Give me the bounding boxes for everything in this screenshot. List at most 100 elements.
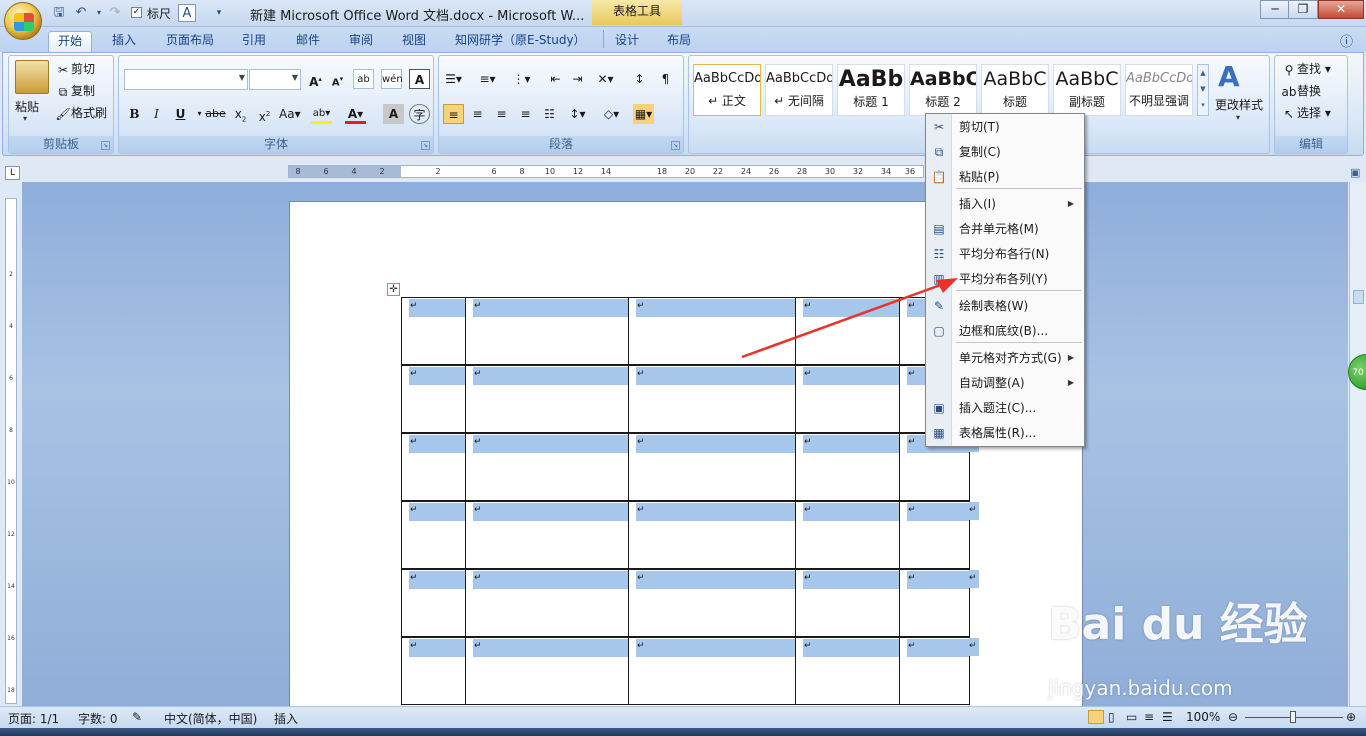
page-count[interactable]: 页面: 1/1 xyxy=(8,710,59,727)
zoom-out-icon[interactable]: ⊖ xyxy=(1228,710,1238,724)
word-count[interactable]: 字数: 0 xyxy=(78,710,118,727)
copy-button[interactable]: ⧉ 复制 xyxy=(55,82,95,100)
table-cell[interactable]: ↵ xyxy=(401,433,466,501)
table-cell[interactable]: ↵ xyxy=(465,365,629,433)
context-menu-item[interactable]: ▤ 合并单元格(M) xyxy=(928,217,1082,241)
web-layout-icon[interactable]: ▭ xyxy=(1126,710,1137,724)
table-cell[interactable]: ↵ xyxy=(465,433,629,501)
table-cell[interactable]: ↵ xyxy=(401,365,466,433)
show-marks-icon[interactable]: ¶ xyxy=(655,69,676,89)
paste-button[interactable]: 粘贴 xyxy=(15,98,39,115)
table-cell[interactable]: ↵ xyxy=(899,637,970,705)
full-screen-reading-icon[interactable]: ▯ xyxy=(1108,710,1115,724)
table-row[interactable]: ↵ ↵ ↵ ↵ ↵ xyxy=(401,365,970,433)
customize-qat-icon[interactable]: ▾ xyxy=(210,4,228,22)
table-cell[interactable]: ↵ xyxy=(401,501,466,569)
table-cell[interactable]: ↵ xyxy=(795,637,900,705)
clipboard-launcher-icon[interactable]: ↘ xyxy=(101,141,110,150)
font-name-combo[interactable]: ▼ xyxy=(124,69,248,90)
context-menu-item[interactable]: ✎ 绘制表格(W) xyxy=(928,294,1082,318)
change-case-icon[interactable]: Aa▾ xyxy=(279,104,301,124)
style-heading-2[interactable]: AaBbC 标题 2 xyxy=(909,64,977,116)
tab-references[interactable]: 引用 xyxy=(233,31,275,52)
paragraph-launcher-icon[interactable]: ↘ xyxy=(671,141,680,150)
table-cell[interactable]: ↵ xyxy=(401,297,466,365)
tab-insert[interactable]: 插入 xyxy=(103,31,145,52)
multilevel-list-icon[interactable]: ⋮▾ xyxy=(511,69,532,89)
print-layout-view-icon[interactable] xyxy=(1088,710,1104,724)
table-cell[interactable]: ↵ xyxy=(795,501,900,569)
distributed-icon[interactable]: ☷ xyxy=(539,104,560,124)
font-launcher-icon[interactable]: ↘ xyxy=(421,141,430,150)
styles-scroll[interactable]: ▲ ▼ ▾ xyxy=(1197,64,1209,116)
zoom-level[interactable]: 100% xyxy=(1186,710,1220,724)
tab-review[interactable]: 审阅 xyxy=(340,31,382,52)
tab-stop-selector[interactable]: L xyxy=(5,166,20,180)
style-heading-1[interactable]: AaBb 标题 1 xyxy=(837,64,905,116)
font-color-icon[interactable]: A▾ xyxy=(345,104,366,124)
table-cell[interactable]: ↵ xyxy=(628,365,796,433)
table-cell[interactable]: ↵ xyxy=(465,297,629,365)
table-cell[interactable]: ↵ xyxy=(465,501,629,569)
view-ruler-icon[interactable]: ▣ xyxy=(1350,166,1360,179)
zoom-slider-thumb[interactable] xyxy=(1290,711,1296,723)
context-menu-item[interactable]: ▦ 表格属性(R)... xyxy=(928,421,1082,445)
context-menu-item[interactable]: ▥ 平均分布各列(Y) xyxy=(928,267,1082,291)
close-button[interactable]: ✕ xyxy=(1318,0,1364,19)
tab-view[interactable]: 视图 xyxy=(393,31,435,52)
table-cell[interactable]: ↵ xyxy=(628,433,796,501)
table-cell[interactable]: ↵ xyxy=(795,297,900,365)
tab-design[interactable]: 设计 xyxy=(606,31,648,52)
phonetic-guide-icon[interactable]: wén xyxy=(381,69,403,89)
context-menu-item[interactable]: ✂ 剪切(T) xyxy=(928,115,1082,139)
change-styles-button[interactable]: 更改样式 xyxy=(1215,96,1263,113)
change-styles-dropdown-icon[interactable]: ▾ xyxy=(1236,113,1240,122)
shading-icon[interactable]: ◇▾ xyxy=(601,104,622,124)
redo-icon[interactable]: ↷ xyxy=(106,4,124,22)
font-size-combo[interactable]: ▼ xyxy=(249,69,301,90)
style-title[interactable]: AaBbC 标题 xyxy=(981,64,1049,116)
underline-icon[interactable]: U xyxy=(170,104,191,124)
style-subtitle[interactable]: AaBbC 副标题 xyxy=(1053,64,1121,116)
clear-format-icon[interactable]: ab xyxy=(353,69,374,89)
context-menu-item[interactable]: 插入(I) ▶ xyxy=(928,192,1082,216)
tab-page-layout[interactable]: 页面布局 xyxy=(157,31,223,52)
table-cell[interactable]: ↵ xyxy=(795,365,900,433)
align-right-icon[interactable]: ≡ xyxy=(491,104,512,124)
context-menu-item[interactable]: 📋 粘贴(P) xyxy=(928,165,1082,189)
tab-layout[interactable]: 布局 xyxy=(658,31,700,52)
table-move-handle-icon[interactable]: ✛ xyxy=(387,283,400,296)
ruler-checkbox[interactable]: ✓ xyxy=(131,7,142,18)
table-row[interactable]: ↵↵↵↵↵↵ xyxy=(401,637,979,705)
tab-home[interactable]: 开始 xyxy=(48,31,93,52)
table-cell[interactable]: ↵ xyxy=(628,637,796,705)
find-button[interactable]: ⚲ 查找 ▾ xyxy=(1281,60,1331,78)
table-cell[interactable]: ↵ xyxy=(401,569,466,637)
help-icon[interactable]: ⓘ xyxy=(1340,31,1353,50)
table-cell[interactable]: ↵ xyxy=(628,569,796,637)
horizontal-ruler[interactable]: 8 6 4 2 2 6 8 10 12 14 18 20 22 24 26 28 30 32 34 36 xyxy=(288,165,924,178)
highlight-icon[interactable]: ab▾ xyxy=(311,104,332,124)
table-row[interactable]: ↵↵↵↵↵↵ xyxy=(401,433,979,501)
context-menu-item[interactable]: ▢ 边框和底纹(B)... xyxy=(928,319,1082,343)
replace-button[interactable]: ab替换 xyxy=(1281,82,1322,100)
select-button[interactable]: ↖ 选择 ▾ xyxy=(1281,104,1331,122)
table-cell[interactable]: ↵ xyxy=(899,569,970,637)
decrease-indent-icon[interactable]: ⇤ xyxy=(545,69,566,89)
table-row[interactable]: ↵↵↵↵↵↵ xyxy=(401,569,979,637)
tab-mailings[interactable]: 邮件 xyxy=(287,31,329,52)
character-shading-icon[interactable]: A xyxy=(383,104,404,124)
draft-view-icon[interactable]: ☰ xyxy=(1162,710,1173,724)
tab-e-study[interactable]: 知网研学（原E-Study） xyxy=(446,31,595,52)
style-normal[interactable]: AaBbCcDd ↵ 正文 xyxy=(693,64,761,116)
cut-button[interactable]: ✂ 剪切 xyxy=(55,60,95,78)
character-border-icon[interactable]: A xyxy=(409,69,430,89)
increase-indent-icon[interactable]: ⇥ xyxy=(567,69,588,89)
subscript-icon[interactable]: x2 xyxy=(230,104,251,124)
context-menu-item[interactable]: 单元格对齐方式(G) ▶ xyxy=(928,346,1082,370)
paste-icon[interactable] xyxy=(15,60,49,94)
table-cell[interactable]: ↵ xyxy=(795,433,900,501)
context-menu-item[interactable]: ⧉ 复制(C) xyxy=(928,140,1082,164)
language-indicator[interactable]: 中文(简体，中国) xyxy=(164,710,257,727)
restore-button[interactable]: ❐ xyxy=(1288,0,1318,19)
